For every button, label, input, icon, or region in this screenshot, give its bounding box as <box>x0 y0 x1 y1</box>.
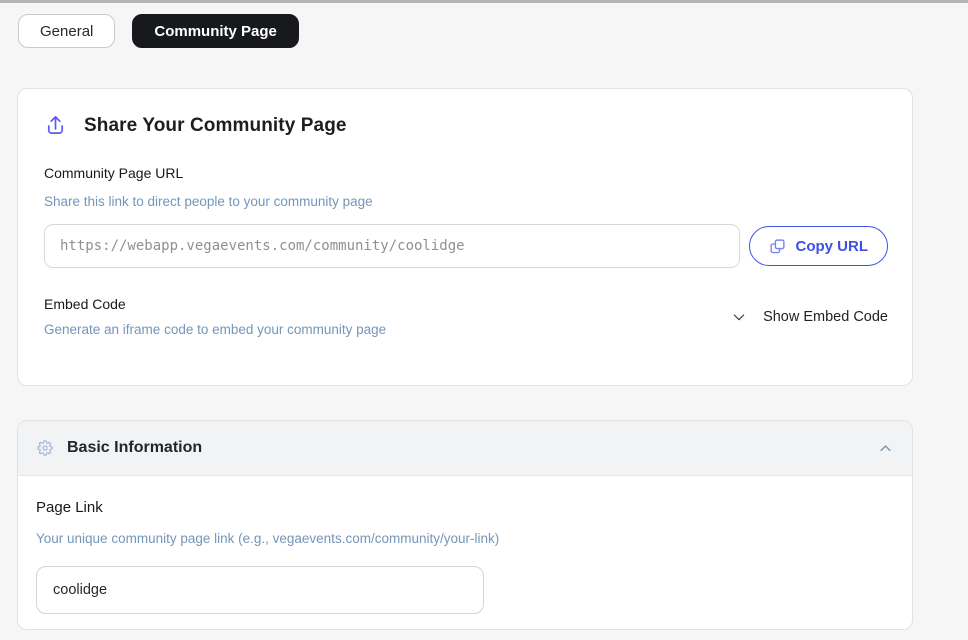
copy-url-button[interactable]: Copy URL <box>748 226 888 266</box>
community-page-url-helper: Share this link to direct people to your… <box>44 194 373 209</box>
tab-bar: General Community Page <box>0 3 968 48</box>
upload-icon <box>44 114 67 137</box>
url-input-row: Copy URL <box>44 224 888 268</box>
tab-general[interactable]: General <box>18 14 116 48</box>
embed-code-label: Embed Code <box>44 296 126 312</box>
copy-icon <box>769 238 786 255</box>
share-card-title: Share Your Community Page <box>84 114 347 136</box>
page-link-helper: Your unique community page link (e.g., v… <box>36 531 500 546</box>
chevron-down-icon <box>731 309 747 325</box>
tab-community-page[interactable]: Community Page <box>132 14 299 48</box>
show-embed-code-button[interactable]: Show Embed Code <box>731 309 888 325</box>
basic-information-body: Page Link Your unique community page lin… <box>18 476 912 629</box>
basic-information-card: Basic Information Page Link Your unique … <box>17 420 913 630</box>
embed-code-text: Embed Code Generate an iframe code to em… <box>44 296 386 337</box>
basic-information-header[interactable]: Basic Information <box>18 421 912 476</box>
chevron-up-icon[interactable] <box>878 441 893 456</box>
community-page-url-label: Community Page URL <box>44 165 184 181</box>
page-link-label: Page Link <box>36 499 103 516</box>
community-page-url-input[interactable] <box>44 224 740 268</box>
share-community-page-card: Share Your Community Page Community Page… <box>17 88 913 386</box>
embed-code-row: Embed Code Generate an iframe code to em… <box>44 296 888 337</box>
embed-code-helper: Generate an iframe code to embed your co… <box>44 322 387 337</box>
basic-information-title: Basic Information <box>67 439 203 456</box>
show-embed-code-label: Show Embed Code <box>763 308 888 325</box>
gear-icon <box>37 440 53 456</box>
settings-page: General Community Page Share Your Commun… <box>0 0 968 640</box>
share-card-header: Share Your Community Page <box>44 114 888 137</box>
copy-url-label: Copy URL <box>795 237 869 255</box>
page-link-input[interactable] <box>36 566 484 614</box>
